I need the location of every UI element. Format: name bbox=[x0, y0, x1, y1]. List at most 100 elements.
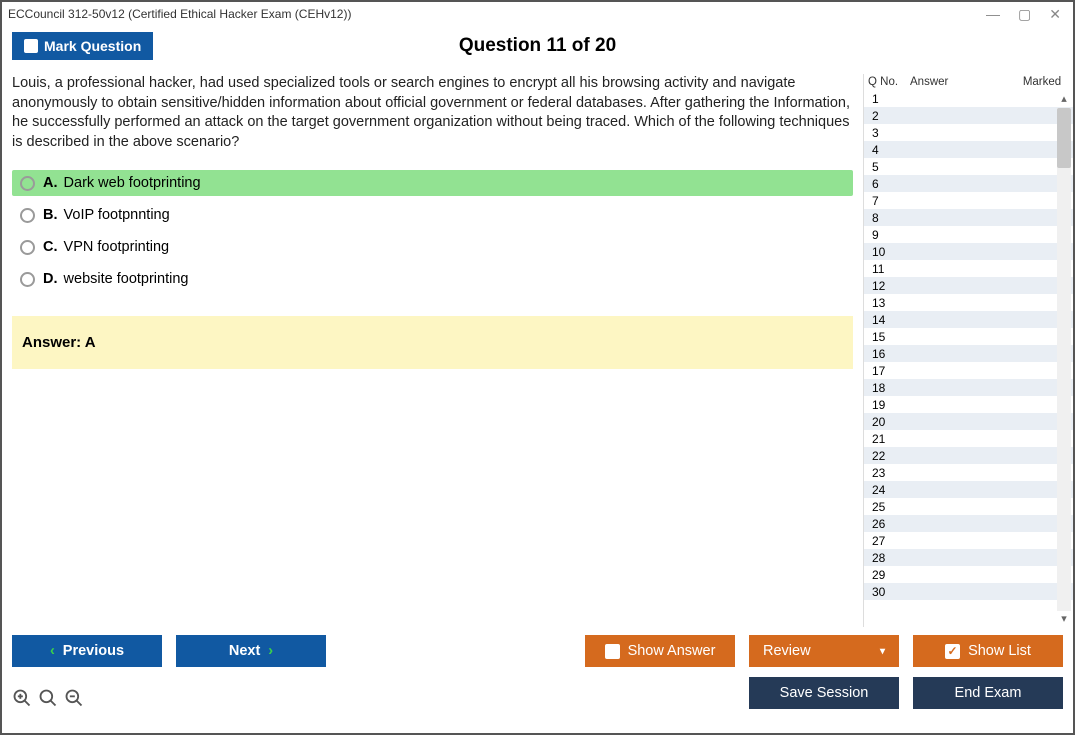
list-row-qno: 24 bbox=[868, 483, 910, 497]
scrollbar-thumb[interactable] bbox=[1057, 108, 1071, 168]
list-row-qno: 22 bbox=[868, 449, 910, 463]
option-d[interactable]: D. website footprinting bbox=[12, 266, 853, 292]
list-row[interactable]: 5 bbox=[864, 158, 1073, 175]
mark-question-button[interactable]: Mark Question bbox=[12, 32, 153, 60]
list-row[interactable]: 10 bbox=[864, 243, 1073, 260]
next-button[interactable]: Next › bbox=[176, 635, 326, 667]
window-title: ECCouncil 312-50v12 (Certified Ethical H… bbox=[8, 7, 351, 21]
list-row-qno: 16 bbox=[868, 347, 910, 361]
col-a-header: Answer bbox=[910, 76, 1015, 88]
list-row[interactable]: 16 bbox=[864, 345, 1073, 362]
list-row[interactable]: 22 bbox=[864, 447, 1073, 464]
end-exam-button[interactable]: End Exam bbox=[913, 677, 1063, 709]
list-row[interactable]: 1 bbox=[864, 90, 1073, 107]
list-row[interactable]: 28 bbox=[864, 549, 1073, 566]
list-row[interactable]: 18 bbox=[864, 379, 1073, 396]
option-a[interactable]: A. Dark web footprinting bbox=[12, 170, 853, 196]
list-row[interactable]: 20 bbox=[864, 413, 1073, 430]
zoom-reset-icon[interactable] bbox=[12, 688, 32, 708]
radio-icon[interactable] bbox=[20, 240, 35, 255]
list-row[interactable]: 4 bbox=[864, 141, 1073, 158]
list-row-qno: 3 bbox=[868, 126, 910, 140]
list-body[interactable]: 1234567891011121314151617181920212223242… bbox=[864, 90, 1073, 627]
option-c[interactable]: C. VPN footprinting bbox=[12, 234, 853, 260]
list-row-qno: 27 bbox=[868, 534, 910, 548]
show-answer-button[interactable]: Show Answer bbox=[585, 635, 735, 667]
list-row-qno: 28 bbox=[868, 551, 910, 565]
radio-icon[interactable] bbox=[20, 272, 35, 287]
list-row[interactable]: 9 bbox=[864, 226, 1073, 243]
zoom-out-icon[interactable] bbox=[64, 688, 84, 708]
window-titlebar: ECCouncil 312-50v12 (Certified Ethical H… bbox=[2, 2, 1073, 26]
list-row[interactable]: 12 bbox=[864, 277, 1073, 294]
footer-row-2: Save Session End Exam bbox=[12, 667, 1063, 709]
option-text: B. VoIP footpnnting bbox=[43, 207, 170, 223]
list-row[interactable]: 30 bbox=[864, 583, 1073, 600]
next-label: Next bbox=[229, 643, 260, 659]
list-row-qno: 2 bbox=[868, 109, 910, 123]
radio-icon[interactable] bbox=[20, 176, 35, 191]
chevron-down-icon: ▾ bbox=[880, 646, 885, 657]
list-row[interactable]: 27 bbox=[864, 532, 1073, 549]
list-row-qno: 8 bbox=[868, 211, 910, 225]
answer-label: Answer: A bbox=[22, 334, 96, 351]
close-icon[interactable]: ✕ bbox=[1049, 6, 1061, 23]
option-body: Dark web footprinting bbox=[60, 175, 201, 191]
list-row-qno: 13 bbox=[868, 296, 910, 310]
question-counter: Question 11 of 20 bbox=[2, 35, 1073, 57]
radio-icon[interactable] bbox=[20, 208, 35, 223]
minimize-icon[interactable]: — bbox=[986, 6, 1000, 23]
save-session-button[interactable]: Save Session bbox=[749, 677, 899, 709]
maximize-icon[interactable]: ▢ bbox=[1018, 6, 1031, 23]
option-b[interactable]: B. VoIP footpnnting bbox=[12, 202, 853, 228]
list-row[interactable]: 17 bbox=[864, 362, 1073, 379]
list-row[interactable]: 13 bbox=[864, 294, 1073, 311]
option-letter: D. bbox=[43, 271, 58, 287]
option-body: website footprinting bbox=[60, 271, 189, 287]
option-text: D. website footprinting bbox=[43, 271, 188, 287]
list-row[interactable]: 2 bbox=[864, 107, 1073, 124]
list-row[interactable]: 23 bbox=[864, 464, 1073, 481]
list-row-qno: 12 bbox=[868, 279, 910, 293]
list-row-qno: 25 bbox=[868, 500, 910, 514]
list-row-qno: 7 bbox=[868, 194, 910, 208]
list-row-qno: 30 bbox=[868, 585, 910, 599]
list-row[interactable]: 25 bbox=[864, 498, 1073, 515]
list-row-qno: 15 bbox=[868, 330, 910, 344]
list-row-qno: 19 bbox=[868, 398, 910, 412]
question-text: Louis, a professional hacker, had used s… bbox=[12, 74, 853, 152]
question-list-pane: Q No. Answer Marked 12345678910111213141… bbox=[863, 74, 1073, 627]
list-row-qno: 14 bbox=[868, 313, 910, 327]
option-letter: A. bbox=[43, 175, 58, 191]
list-row[interactable]: 6 bbox=[864, 175, 1073, 192]
chevron-left-icon: ‹ bbox=[50, 643, 55, 659]
option-body: VoIP footpnnting bbox=[60, 207, 170, 223]
list-row[interactable]: 24 bbox=[864, 481, 1073, 498]
options-list: A. Dark web footprintingB. VoIP footpnnt… bbox=[12, 170, 853, 292]
checkbox-icon bbox=[24, 39, 38, 53]
list-row-qno: 26 bbox=[868, 517, 910, 531]
content: Louis, a professional hacker, had used s… bbox=[2, 74, 1073, 627]
list-row[interactable]: 19 bbox=[864, 396, 1073, 413]
answer-box: Answer: A bbox=[12, 316, 853, 369]
checkbox-checked-icon: ✓ bbox=[945, 644, 960, 659]
list-row[interactable]: 11 bbox=[864, 260, 1073, 277]
list-row[interactable]: 26 bbox=[864, 515, 1073, 532]
zoom-controls bbox=[12, 678, 84, 708]
list-row[interactable]: 15 bbox=[864, 328, 1073, 345]
option-letter: B. bbox=[43, 207, 58, 223]
scrollbar-track[interactable] bbox=[1057, 108, 1071, 611]
list-row[interactable]: 3 bbox=[864, 124, 1073, 141]
list-row-qno: 29 bbox=[868, 568, 910, 582]
list-row[interactable]: 29 bbox=[864, 566, 1073, 583]
list-row[interactable]: 21 bbox=[864, 430, 1073, 447]
list-row[interactable]: 14 bbox=[864, 311, 1073, 328]
previous-button[interactable]: ‹ Previous bbox=[12, 635, 162, 667]
list-row[interactable]: 7 bbox=[864, 192, 1073, 209]
show-list-button[interactable]: ✓ Show List bbox=[913, 635, 1063, 667]
zoom-in-icon[interactable] bbox=[38, 688, 58, 708]
list-row-qno: 1 bbox=[868, 92, 910, 106]
review-button[interactable]: Review ▾ bbox=[749, 635, 899, 667]
list-row[interactable]: 8 bbox=[864, 209, 1073, 226]
option-body: VPN footprinting bbox=[60, 239, 170, 255]
